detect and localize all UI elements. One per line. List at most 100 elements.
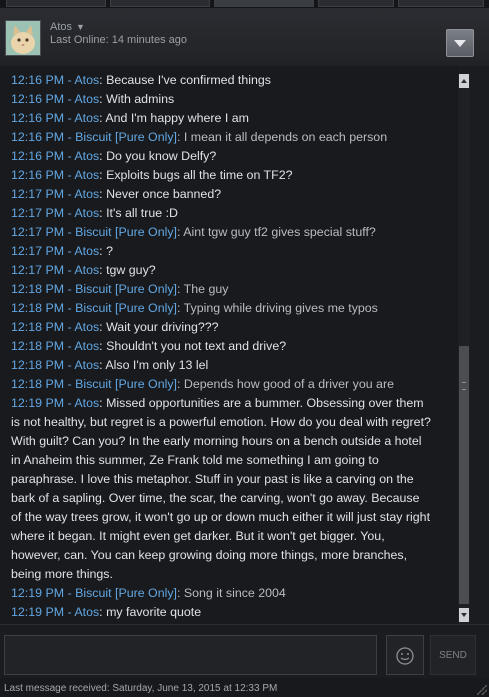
arrow-down-icon[interactable] (459, 608, 469, 622)
message-time: 12:18 PM (11, 301, 65, 315)
message-meta: 12:19 PM - Biscuit [Pure Only] (11, 586, 177, 600)
message-time: 12:18 PM (11, 320, 65, 334)
message-time: 12:18 PM (11, 377, 65, 391)
message-separator: - (64, 130, 76, 144)
message-time: 12:16 PM (11, 111, 65, 125)
message-colon: : (176, 377, 184, 391)
chat-message: 12:17 PM - Atos: ? (0, 242, 431, 261)
message-colon: : (176, 130, 184, 144)
tab-chat-2[interactable] (110, 0, 210, 7)
chevron-down-icon[interactable] (446, 29, 474, 57)
message-separator: - (64, 187, 75, 201)
message-time: 12:19 PM (11, 586, 65, 600)
chat-scrollbar[interactable] (458, 74, 470, 624)
friend-name-dropdown[interactable]: Atos ▼ (50, 21, 85, 33)
message-text: Wait your driving??? (106, 320, 219, 334)
message-text: Never once banned? (106, 187, 222, 201)
message-sender: Atos (74, 187, 100, 201)
chat-message: 12:19 PM - Biscuit [Pure Only]: Song it … (0, 584, 431, 603)
message-separator: - (64, 320, 75, 334)
message-time: 12:19 PM (11, 396, 65, 410)
message-separator: - (64, 377, 76, 391)
message-meta: 12:19 PM - Atos (11, 605, 99, 619)
message-text: Also I'm only 13 lel (105, 358, 209, 372)
message-text: Exploits bugs all the time on TF2? (106, 168, 293, 182)
chat-header: Atos ▼ Last Online: 14 minutes ago (0, 8, 489, 66)
chat-message: 12:19 PM - Atos: my favorite quote (0, 603, 431, 622)
chat-message: 12:18 PM - Atos: Wait your driving??? (0, 318, 431, 337)
message-input[interactable] (4, 635, 377, 675)
message-meta: 12:16 PM - Atos (11, 168, 99, 182)
message-meta: 12:18 PM - Biscuit [Pure Only] (11, 282, 177, 296)
chat-message: 12:16 PM - Atos: Because I've confirmed … (0, 71, 431, 90)
message-separator: - (64, 282, 76, 296)
tab-chat-1[interactable] (6, 0, 106, 7)
message-text: tgw guy? (106, 263, 156, 277)
message-sender: Atos (74, 339, 100, 353)
emoticon-button[interactable] (386, 635, 424, 675)
message-colon: : (176, 586, 184, 600)
message-sender: Biscuit [Pure Only] (75, 130, 177, 144)
message-colon: : (176, 282, 184, 296)
message-meta: 12:17 PM - Biscuit [Pure Only] (11, 225, 177, 239)
message-sender: Biscuit [Pure Only] (75, 225, 177, 239)
message-time: 12:17 PM (11, 244, 65, 258)
message-text: And I'm happy where I am (105, 111, 249, 125)
friend-status: Last Online: 14 minutes ago (50, 34, 187, 46)
message-time: 12:18 PM (11, 358, 65, 372)
scroll-thumb[interactable] (459, 346, 469, 604)
chat-message: 12:18 PM - Biscuit [Pure Only]: Typing w… (0, 299, 431, 318)
message-meta: 12:18 PM - Biscuit [Pure Only] (11, 377, 177, 391)
message-sender: Atos (74, 73, 100, 87)
tab-chat-4[interactable] (318, 0, 394, 7)
message-meta: 12:18 PM - Atos (11, 358, 99, 372)
message-text: Song it since 2004 (183, 586, 286, 600)
message-sender: Atos (74, 149, 100, 163)
arrow-up-icon[interactable] (459, 74, 469, 88)
message-sender: Biscuit [Pure Only] (75, 282, 177, 296)
message-sender: Atos (74, 320, 100, 334)
message-separator: - (64, 206, 75, 220)
chat-message: 12:18 PM - Biscuit [Pure Only]: Depends … (0, 375, 431, 394)
message-text: Shouldn't you not text and drive? (106, 339, 287, 353)
message-sender: Atos (74, 244, 100, 258)
message-meta: 12:16 PM - Atos (11, 111, 99, 125)
message-time: 12:16 PM (11, 130, 65, 144)
message-meta: 12:18 PM - Atos (11, 339, 99, 353)
message-sender: Atos (74, 605, 100, 619)
message-meta: 12:17 PM - Atos (11, 263, 99, 277)
message-colon: : (176, 301, 184, 315)
message-time: 12:18 PM (11, 282, 65, 296)
message-meta: 12:16 PM - Atos (11, 92, 99, 106)
message-sender: Atos (74, 206, 100, 220)
message-separator: - (64, 339, 75, 353)
message-sender: Atos (74, 263, 100, 277)
chat-log[interactable]: 12:16 PM - Atos: Because I've confirmed … (0, 66, 458, 624)
message-text: my favorite quote (106, 605, 202, 619)
message-meta: 12:16 PM - Atos (11, 149, 99, 163)
message-sender: Atos (74, 358, 100, 372)
avatar[interactable] (5, 20, 41, 56)
resize-grip-icon[interactable] (477, 685, 487, 695)
chat-message: 12:16 PM - Atos: Do you know Delfy? (0, 147, 431, 166)
message-time: 12:19 PM (11, 605, 65, 619)
message-separator: - (64, 586, 76, 600)
message-text: Missed opportunities are a bummer. Obses… (11, 396, 431, 581)
tab-chat-5[interactable] (398, 0, 484, 7)
smiley-icon (396, 647, 414, 665)
chat-message: 12:19 PM - Atos: Missed opportunities ar… (0, 394, 431, 584)
message-meta: 12:16 PM - Atos (11, 73, 99, 87)
message-separator: - (64, 301, 76, 315)
message-sender: Biscuit [Pure Only] (75, 301, 177, 315)
message-separator: - (64, 73, 75, 87)
tab-chat-active[interactable] (214, 0, 314, 7)
send-button[interactable]: SEND (430, 635, 476, 675)
message-time: 12:16 PM (11, 168, 65, 182)
message-separator: - (64, 168, 75, 182)
message-sender: Atos (74, 92, 100, 106)
message-sender: Atos (74, 396, 100, 410)
message-meta: 12:18 PM - Biscuit [Pure Only] (11, 301, 177, 315)
message-separator: - (64, 396, 75, 410)
friend-name: Atos (50, 21, 73, 33)
message-text: Typing while driving gives me typos (183, 301, 378, 315)
